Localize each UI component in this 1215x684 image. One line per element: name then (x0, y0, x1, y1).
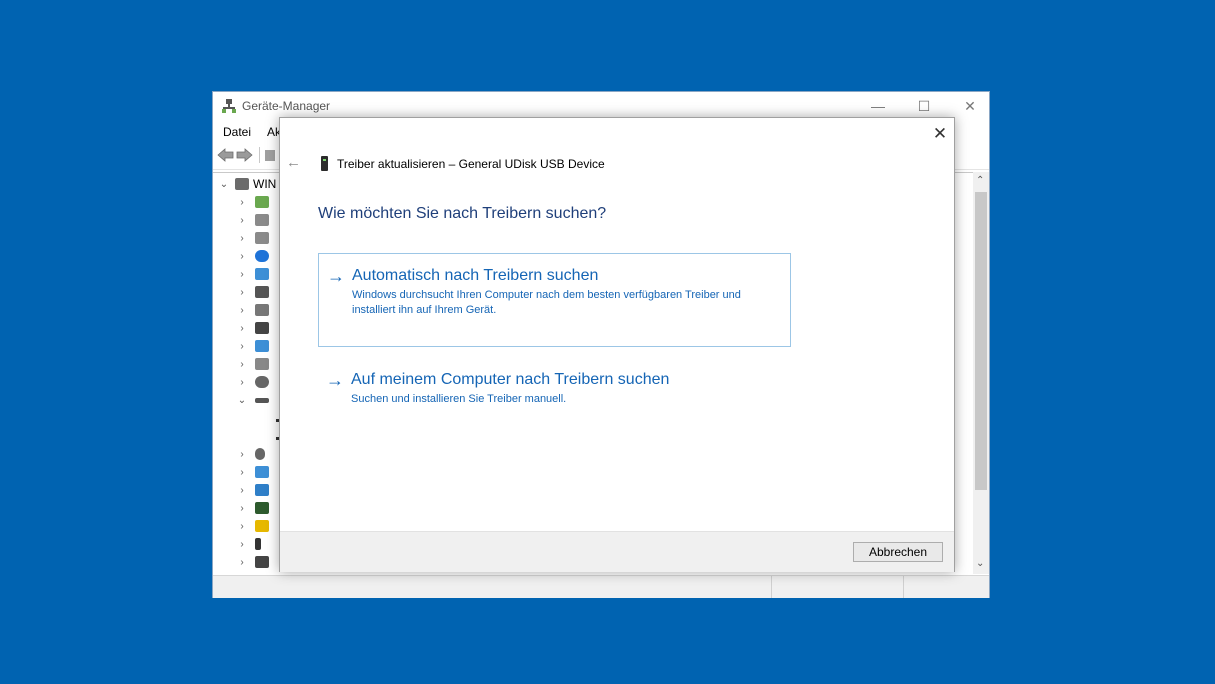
option-title: Automatisch nach Treibern suchen (352, 267, 599, 284)
chevron-right-icon[interactable]: › (235, 503, 249, 514)
dialog-close-button[interactable]: ✕ (928, 122, 952, 146)
processor-icon (255, 502, 269, 514)
status-bar (213, 575, 989, 598)
chevron-right-icon[interactable]: › (235, 233, 249, 244)
tree-item[interactable]: › (235, 247, 269, 265)
tree-item[interactable]: › (235, 499, 269, 517)
tree-root-label: WIN (253, 177, 277, 191)
toolbar-separator (259, 147, 260, 163)
bluetooth-icon (255, 250, 269, 262)
audio-icon (255, 232, 269, 244)
chevron-right-icon[interactable]: › (235, 377, 249, 388)
audio-icon (255, 214, 269, 226)
tree-item[interactable]: › (235, 373, 269, 391)
chevron-right-icon[interactable]: › (235, 341, 249, 352)
security-device-icon (255, 520, 269, 532)
display-adapter-icon (255, 340, 269, 352)
chevron-right-icon[interactable]: › (235, 557, 249, 568)
close-window-button[interactable]: ✕ (947, 92, 993, 120)
forward-arrow-icon[interactable] (236, 148, 253, 162)
tree-item[interactable]: › (235, 517, 269, 535)
camera-icon (255, 376, 269, 388)
dialog-title: Treiber aktualisieren – General UDisk US… (337, 157, 605, 171)
chevron-right-icon[interactable]: › (235, 305, 249, 316)
scroll-up-icon[interactable]: ⌃ (976, 175, 984, 186)
search-automatically-option[interactable]: → Automatisch nach Treibern suchen Windo… (318, 253, 791, 347)
tree-item[interactable]: › (235, 211, 269, 229)
chevron-right-icon[interactable]: › (235, 323, 249, 334)
tree-item[interactable]: › (235, 337, 269, 355)
title-bar: Geräte-Manager — ☐ ✕ (213, 92, 989, 120)
chevron-right-icon[interactable]: › (235, 521, 249, 532)
tree-item[interactable]: › (235, 355, 269, 373)
monitor-icon (255, 268, 269, 280)
chevron-right-icon[interactable]: › (235, 359, 249, 370)
browse-computer-option[interactable]: → Auf meinem Computer nach Treibern such… (318, 358, 791, 418)
system-device-icon (255, 556, 269, 568)
chevron-right-icon[interactable]: › (235, 287, 249, 298)
tree-item[interactable]: › (235, 553, 269, 571)
status-separator (771, 576, 772, 598)
tree-item[interactable]: › (235, 463, 269, 481)
usb-drive-icon (255, 538, 261, 550)
status-separator (903, 576, 904, 598)
update-driver-dialog: ✕ ← Treiber aktualisieren – General UDis… (279, 117, 955, 572)
scrollbar-thumb[interactable] (975, 192, 987, 490)
chevron-right-icon[interactable]: › (235, 485, 249, 496)
tree-item[interactable]: › (235, 481, 269, 499)
window-title: Geräte-Manager (242, 99, 331, 113)
device-category-icon (255, 196, 269, 208)
tree-item-expanded[interactable]: ⌄ (235, 391, 269, 409)
drive-icon (255, 304, 269, 316)
chevron-right-icon[interactable]: › (235, 251, 249, 262)
chevron-right-icon[interactable]: › (235, 197, 249, 208)
usb-drive-icon (321, 156, 328, 171)
tree-item[interactable]: › (235, 301, 269, 319)
tree-item[interactable]: › (235, 265, 269, 283)
network-icon (255, 484, 269, 496)
minimize-button[interactable]: — (855, 92, 901, 120)
chevron-right-icon[interactable]: › (235, 215, 249, 226)
scroll-down-icon[interactable]: ⌄ (976, 558, 984, 569)
chevron-right-icon[interactable]: › (235, 449, 249, 460)
chevron-right-icon[interactable]: › (235, 467, 249, 478)
menu-file[interactable]: Datei (223, 125, 251, 139)
option-description: Suchen und installieren Sie Treiber manu… (351, 393, 567, 405)
monitor-icon (255, 466, 269, 478)
option-title: Auf meinem Computer nach Treibern suchen (351, 371, 670, 388)
firmware-icon (255, 322, 269, 334)
disk-drive-icon (255, 397, 269, 403)
chevron-right-icon[interactable]: › (235, 269, 249, 280)
back-arrow-icon[interactable] (217, 148, 234, 162)
chevron-down-icon[interactable]: ⌄ (235, 395, 249, 406)
mouse-icon (255, 448, 265, 460)
printer-icon (255, 286, 269, 298)
dialog-heading: Wie möchten Sie nach Treibern suchen? (318, 205, 607, 222)
tree-item[interactable]: › (235, 193, 269, 211)
tree-root[interactable]: ⌄ WIN (217, 175, 277, 193)
tree-item[interactable]: › (235, 535, 261, 553)
tree-item[interactable]: › (235, 229, 269, 247)
chevron-down-icon[interactable]: ⌄ (217, 179, 231, 190)
computer-icon (235, 178, 249, 190)
tree-item[interactable]: › (235, 283, 269, 301)
properties-icon[interactable] (265, 150, 275, 161)
tree-item[interactable]: › (235, 319, 269, 337)
maximize-button[interactable]: ☐ (901, 92, 947, 120)
chevron-right-icon[interactable]: › (235, 539, 249, 550)
device-manager-icon (222, 99, 236, 113)
keyboard-icon (255, 358, 269, 370)
cancel-button[interactable]: Abbrechen (853, 542, 943, 562)
arrow-right-icon: → (327, 266, 345, 286)
arrow-right-icon: → (326, 370, 344, 390)
tree-item[interactable]: › (235, 445, 265, 463)
option-description: Windows durchsucht Ihren Computer nach d… (352, 289, 741, 316)
back-arrow-icon[interactable]: ← (286, 154, 301, 171)
dialog-footer: Abbrechen (280, 531, 954, 572)
vertical-scrollbar[interactable]: ⌃ ⌄ (973, 172, 989, 574)
